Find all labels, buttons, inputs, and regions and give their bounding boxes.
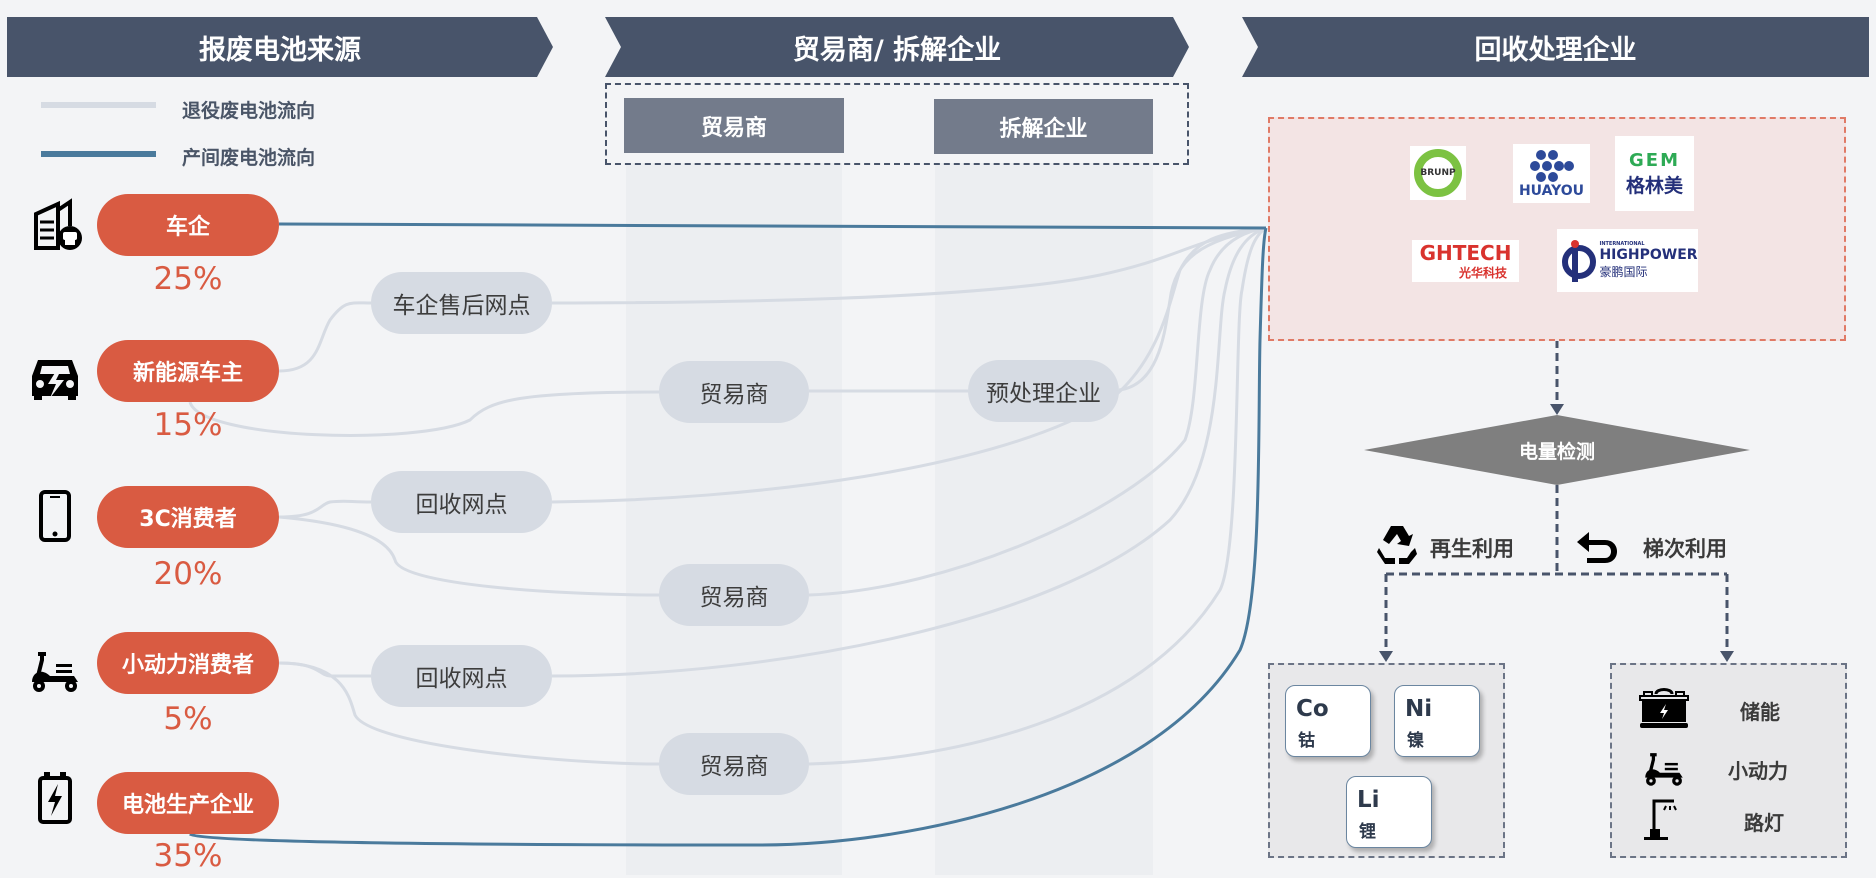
battery-bolt-icon <box>38 772 72 824</box>
cascade-use-storage: 储能 <box>1636 686 1836 730</box>
logo-huayou-text: HUAYOU <box>1518 182 1585 199</box>
header-middle-title: 贸易商/ 拆解企业 <box>792 34 1002 66</box>
source-3c-consumer-percent: 20% <box>153 556 223 592</box>
cascade-use-streetlight: 路灯 <box>1636 797 1836 841</box>
element-cobalt-symbol: Co <box>1296 696 1329 722</box>
flow-automaker-recycler <box>278 222 1267 230</box>
diagram-canvas: 报废电池来源 贸易商/ 拆解企业 回收处理企业 退役废电池流向 产间废电池流向 … <box>0 0 1876 878</box>
street-light-icon <box>1644 799 1677 840</box>
undo-arrow-icon <box>1577 532 1617 563</box>
detection-label: 电量检测 <box>1518 441 1595 463</box>
node-recycle-point-2[interactable]: 回收网点 <box>371 645 552 707</box>
logo-highpower: INTERNATIONAL HIGHPOWER 豪鹏国际 <box>1557 229 1698 292</box>
element-cobalt: Co 钴 <box>1285 685 1371 757</box>
header-source-title: 报废电池来源 <box>199 34 361 66</box>
scooter-icon <box>32 652 78 692</box>
cascade-use-scooter: 小动力 <box>1636 745 1836 789</box>
node-aftersales-outlet[interactable]: 车企售后网点 <box>371 272 552 334</box>
logo-highpower-en: HIGHPOWER <box>1599 247 1698 263</box>
logo-highpower-cn: 豪鹏国际 <box>1599 265 1648 279</box>
flow-recycle-point-recycler <box>551 226 1267 504</box>
node-trader-3[interactable]: 贸易商 <box>659 733 809 795</box>
energy-storage-battery-icon <box>1639 688 1689 728</box>
flow-3c-recycle-point <box>278 499 372 519</box>
node-preprocessor[interactable]: 预处理企业 <box>968 360 1119 422</box>
node-recycle-point-1[interactable]: 回收网点 <box>371 471 552 533</box>
smartphone-icon <box>39 490 71 542</box>
node-trader-2[interactable]: 贸易商 <box>659 564 809 626</box>
logo-ghtech-cn: 光华科技 <box>1458 265 1507 280</box>
element-nickel-symbol: Ni <box>1405 696 1433 722</box>
source-ev-owner[interactable]: 新能源车主 <box>97 340 279 402</box>
source-automaker[interactable]: 车企 <box>97 194 279 256</box>
arrowhead-cascade <box>1720 651 1734 662</box>
header-recycler-title: 回收处理企业 <box>1474 34 1637 66</box>
element-lithium-name: 锂 <box>1359 822 1376 842</box>
node-trader-1[interactable]: 贸易商 <box>659 361 809 423</box>
cascade-use-storage-label: 储能 <box>1740 700 1780 724</box>
logo-gem-en: GEM <box>1629 149 1680 171</box>
cascade-use-scooter-label: 小动力 <box>1728 759 1788 783</box>
logo-brunp: BRUNP <box>1410 146 1466 200</box>
element-cobalt-name: 钴 <box>1298 731 1315 751</box>
source-battery-maker[interactable]: 电池生产企业 <box>97 772 279 834</box>
source-battery-maker-percent: 35% <box>153 838 223 874</box>
branch-recycle-label: 再生利用 <box>1430 537 1514 561</box>
branch-cascade-label: 梯次利用 <box>1643 537 1727 561</box>
source-automaker-percent: 25% <box>153 261 223 297</box>
element-nickel: Ni 镍 <box>1394 685 1480 757</box>
element-lithium: Li 锂 <box>1346 776 1432 848</box>
flow-ev-owner-aftersales <box>278 301 372 373</box>
building-cars-icon <box>34 198 82 250</box>
scooter-icon <box>1645 753 1683 786</box>
logo-brunp-text: BRUNP <box>1420 168 1456 178</box>
electric-car-icon <box>32 360 78 400</box>
logo-ghtech-en: GHTECH <box>1419 240 1512 265</box>
source-scooter-consumer-percent: 5% <box>163 701 213 737</box>
huayou-dots-icon <box>1529 149 1574 182</box>
logo-huayou: HUAYOU <box>1513 144 1590 203</box>
element-lithium-symbol: Li <box>1357 787 1380 813</box>
recycle-icon <box>1377 526 1417 564</box>
highpower-text-group: INTERNATIONAL HIGHPOWER 豪鹏国际 <box>1599 241 1697 280</box>
flow-aftersales-recycler <box>551 226 1267 305</box>
element-nickel-name: 镍 <box>1407 731 1424 751</box>
highpower-mark-icon <box>1562 239 1597 282</box>
source-ev-owner-percent: 15% <box>153 407 223 443</box>
cascade-use-streetlight-label: 路灯 <box>1744 811 1784 835</box>
logo-gem-cn: 格林美 <box>1625 174 1683 197</box>
flow-trader3-recycler <box>808 226 1267 766</box>
logo-gem: GEM 格林美 <box>1615 136 1694 211</box>
logo-ghtech: GHTECH 光华科技 <box>1412 240 1519 282</box>
source-3c-consumer[interactable]: 3C消费者 <box>97 486 279 548</box>
source-scooter-consumer[interactable]: 小动力消费者 <box>97 632 279 694</box>
arrowhead-detection <box>1550 404 1564 415</box>
arrowhead-recycle <box>1379 651 1393 662</box>
